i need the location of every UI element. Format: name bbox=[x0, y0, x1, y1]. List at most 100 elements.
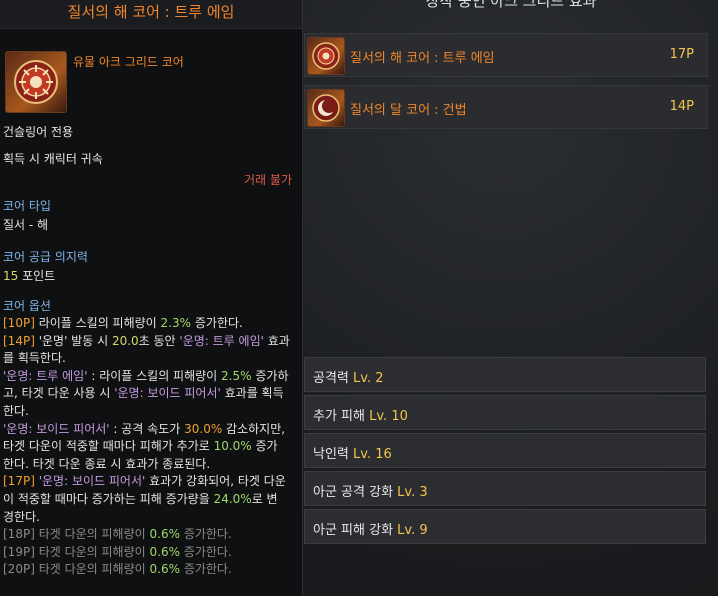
option-value: 2.5% bbox=[221, 368, 252, 383]
panel-title: 장착 중인 아크 그리드 효과 bbox=[425, 0, 597, 10]
option-text: 라이플 스킬의 피해량이 bbox=[34, 316, 161, 330]
option-line: [17P] '운명: 보이드 피어서' 효과가 강화되어, 타겟 다운 bbox=[3, 473, 295, 491]
option-line-inactive: [20P] 타겟 다운의 피해량이 0.6% 증가한다. bbox=[3, 561, 295, 579]
option-text: 이 적중할 때마다 증가하는 피해 증가량을 bbox=[3, 491, 214, 506]
option-text: 효과 bbox=[263, 333, 290, 348]
option-line: '운명: 트루 에임' : 라이플 스킬의 피해량이 2.5% 증가하 bbox=[3, 368, 295, 386]
option-line-inactive: [18P] 타겟 다운의 피해량이 0.6% 증가한다. bbox=[3, 526, 295, 544]
tooltip-header: 유물 아크 그리드 코어 bbox=[0, 29, 302, 113]
option-text: 초 동안 bbox=[138, 333, 180, 348]
effect-name: 공격력 bbox=[313, 371, 349, 386]
option-tag: [10P] bbox=[3, 316, 35, 330]
option-text: : 공격 속도가 bbox=[109, 421, 185, 436]
grid-effect-row: 아군 피해 강화 Lv. 9 bbox=[304, 509, 706, 544]
option-text: 증가 bbox=[251, 439, 278, 454]
option-line: 이 적중할 때마다 증가하는 피해 증가량을 24.0%로 변 bbox=[3, 491, 295, 509]
core-type-label: 코어 타입 bbox=[3, 199, 51, 213]
sun-core-icon bbox=[307, 37, 345, 75]
effect-level: Lv. 3 bbox=[397, 485, 428, 500]
item-grade-name: 유물 아크 그리드 코어 bbox=[73, 55, 184, 69]
grid-effect-row: 공격력 Lv. 2 bbox=[304, 357, 706, 392]
sun-core-icon bbox=[5, 51, 67, 113]
option-line: 한다. bbox=[3, 403, 29, 418]
option-value: 20.0 bbox=[111, 333, 139, 348]
option-tag: [17P] bbox=[3, 474, 35, 489]
trade-restriction: 거래 불가 bbox=[244, 173, 292, 187]
willpower-number: 15 bbox=[3, 269, 19, 283]
option-tag: [20P] bbox=[3, 562, 35, 577]
option-line: 고, 타겟 다운 사용 시 '운명: 보이드 피어서' 효과를 획득 bbox=[3, 385, 295, 403]
effect-label: 공격력 Lv. 2 bbox=[313, 367, 384, 386]
moon-core-icon bbox=[307, 89, 345, 127]
option-line-inactive: [19P] 타겟 다운의 피해량이 0.6% 증가한다. bbox=[3, 544, 295, 562]
core-name: 질서의 달 코어 : 건법 bbox=[350, 103, 467, 118]
option-text: '운명' 발동 시 bbox=[34, 333, 112, 348]
item-tooltip: 질서의 해 코어 : 트루 에임 유물 아크 그리드 코어 건슬링어 전용 획득… bbox=[0, 0, 303, 596]
grid-effect-row: 추가 피해 Lv. 10 bbox=[304, 395, 706, 430]
option-tag: [19P] bbox=[3, 544, 35, 559]
option-line: '운명: 보이드 피어서' : 공격 속도가 30.0% 감소하지만, bbox=[3, 421, 295, 439]
option-text: 타겟 다운의 피해량이 bbox=[34, 544, 150, 559]
fate-name: '운명: 보이드 피어서' bbox=[3, 421, 110, 436]
options-label: 코어 옵션 bbox=[3, 299, 51, 313]
tooltip-title: 질서의 해 코어 : 트루 에임 bbox=[0, 0, 302, 29]
effect-label: 추가 피해 Lv. 10 bbox=[313, 405, 408, 424]
grid-effect-row: 아군 공격 강화 Lv. 3 bbox=[304, 471, 706, 506]
effect-level: Lv. 16 bbox=[353, 447, 392, 462]
option-text: 증가한다. bbox=[191, 316, 243, 330]
option-tag: [18P] bbox=[3, 527, 35, 542]
option-text: 타겟 다운의 피해량이 bbox=[34, 527, 150, 542]
option-text: : 라이플 스킬의 피해량이 bbox=[87, 368, 222, 383]
fate-name: '운명: 트루 에임' bbox=[3, 368, 88, 383]
option-text: 타겟 다운의 피해량이 bbox=[34, 562, 150, 577]
core-type-value: 질서 - 해 bbox=[3, 218, 49, 232]
effect-name: 아군 피해 강화 bbox=[313, 523, 394, 538]
effect-level: Lv. 2 bbox=[353, 371, 384, 386]
grid-effect-row: 낙인력 Lv. 16 bbox=[304, 433, 706, 468]
core-points: 17P bbox=[669, 47, 694, 62]
option-line: 를 획득한다. bbox=[3, 351, 66, 366]
option-text: 로 변 bbox=[251, 491, 278, 506]
effect-level: Lv. 10 bbox=[369, 409, 408, 424]
option-text: 증가한다. bbox=[180, 527, 232, 542]
fate-name: '운명: 보이드 피어서' bbox=[38, 474, 146, 489]
option-value: 2.3% bbox=[160, 316, 192, 330]
willpower-label: 코어 공급 의지력 bbox=[3, 250, 88, 264]
class-requirement: 건슬링어 전용 bbox=[3, 125, 74, 139]
core-name: 질서의 해 코어 : 트루 에임 bbox=[350, 51, 495, 66]
effect-level: Lv. 9 bbox=[397, 523, 428, 538]
option-text: 증가한다. bbox=[180, 562, 232, 577]
effect-name: 추가 피해 bbox=[313, 409, 365, 424]
willpower-value: 15 포인트 bbox=[3, 267, 55, 284]
option-text: 증가하 bbox=[251, 368, 289, 383]
option-value: 0.6% bbox=[149, 527, 181, 542]
option-line: 경한다. bbox=[3, 509, 40, 524]
equipped-core-row[interactable]: 질서의 해 코어 : 트루 에임 17P bbox=[304, 33, 708, 77]
option-text: 고, 타겟 다운 사용 시 bbox=[3, 386, 115, 401]
option-text: 타겟 다운이 적중할 때마다 피해가 추가로 bbox=[3, 439, 214, 454]
bind-info: 획득 시 캐릭터 귀속 bbox=[3, 152, 103, 166]
option-text: 증가한다. bbox=[180, 544, 232, 559]
core-options: [10P] 라이플 스킬의 피해량이 2.3% 증가한다. [14P] '운명'… bbox=[3, 315, 295, 579]
option-tag: [14P] bbox=[3, 333, 35, 348]
option-text: 효과를 획득 bbox=[220, 386, 284, 401]
effect-name: 아군 공격 강화 bbox=[313, 485, 394, 500]
option-line: 타겟 다운이 적중할 때마다 피해가 추가로 10.0% 증가 bbox=[3, 438, 295, 456]
option-text: 효과가 강화되어, 타겟 다운 bbox=[145, 474, 286, 489]
effect-label: 아군 피해 강화 Lv. 9 bbox=[313, 519, 428, 538]
option-text: 감소하지만, bbox=[222, 421, 286, 436]
option-value: 24.0% bbox=[213, 491, 252, 506]
fate-name: '운명: 트루 에임' bbox=[179, 333, 264, 348]
effect-label: 낙인력 Lv. 16 bbox=[313, 443, 392, 462]
equipped-core-row[interactable]: 질서의 달 코어 : 건법 14P bbox=[304, 85, 708, 129]
option-line: [14P] '운명' 발동 시 20.0초 동안 '운명: 트루 에임' 효과 bbox=[3, 333, 295, 351]
core-points: 14P bbox=[669, 99, 694, 114]
option-value: 0.6% bbox=[149, 562, 181, 577]
option-value: 0.6% bbox=[149, 544, 181, 559]
effect-name: 낙인력 bbox=[313, 447, 349, 462]
option-line: [10P] 라이플 스킬의 피해량이 2.3% 증가한다. bbox=[3, 315, 295, 333]
willpower-unit: 포인트 bbox=[18, 269, 56, 283]
option-value: 10.0% bbox=[213, 439, 252, 454]
effect-label: 아군 공격 강화 Lv. 3 bbox=[313, 481, 428, 500]
option-line: 한다. 타겟 다운 종료 시 효과가 종료된다. bbox=[3, 456, 211, 471]
